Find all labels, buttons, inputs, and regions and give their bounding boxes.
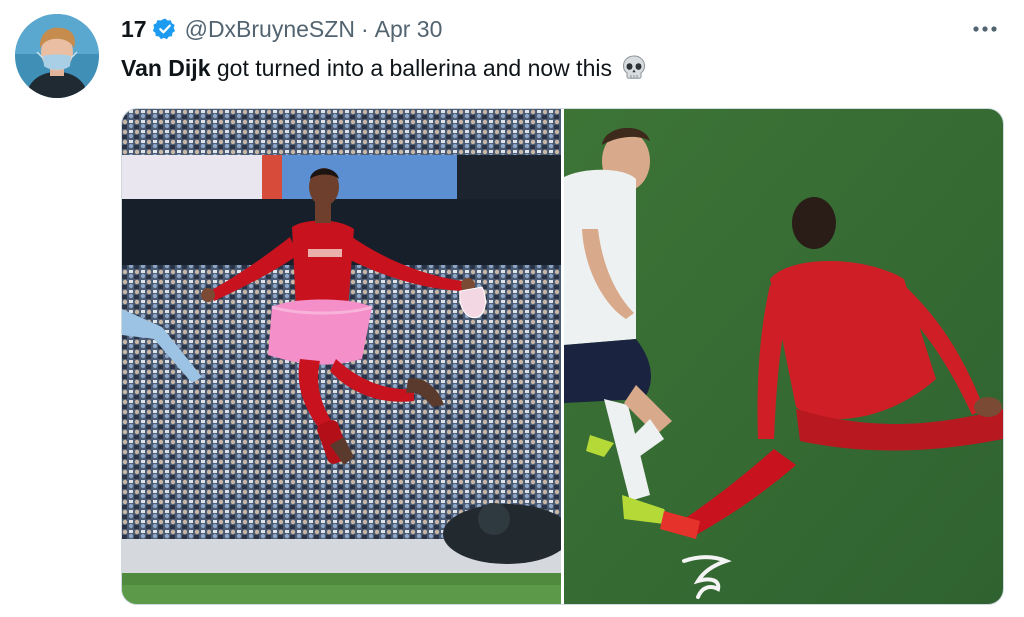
user-handle[interactable]: @DxBruyneSZN [185, 16, 355, 43]
tweet-text: Van Dijk got turned into a ballerina and… [121, 53, 648, 83]
tweet-header: 17 @DxBruyneSZN · Apr 30 [121, 14, 442, 44]
avatar[interactable] [15, 14, 99, 98]
tweet: 17 @DxBruyneSZN · Apr 30 Van Dijk got tu… [0, 0, 1024, 617]
media-photo-left[interactable] [122, 109, 561, 604]
skull-icon [620, 54, 648, 82]
media-photo-right[interactable] [564, 109, 1003, 604]
tweet-text-body: got turned into a ballerina and now this [210, 55, 612, 81]
tweet-media [121, 108, 1004, 605]
tweet-date[interactable]: Apr 30 [375, 16, 443, 43]
display-name[interactable]: 17 [121, 16, 147, 43]
more-dots-icon [973, 26, 997, 32]
more-button[interactable] [968, 14, 1002, 44]
header-separator: · [360, 15, 369, 42]
tweet-text-bold: Van Dijk [121, 55, 211, 81]
verified-badge-icon[interactable] [152, 17, 177, 41]
